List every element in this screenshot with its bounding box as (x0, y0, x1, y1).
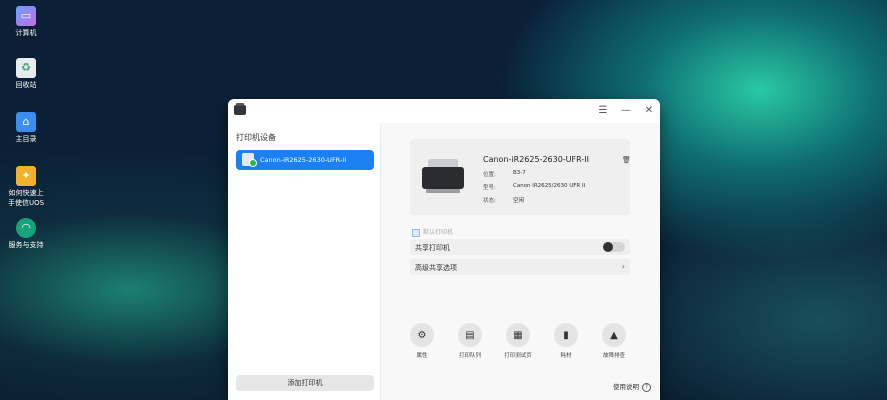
print-queue-button[interactable]: ▤ 打印队列 (450, 323, 490, 359)
desktop-icon-label: 服务与支持 (8, 241, 44, 249)
desktop-icon-label: 回收站 (15, 81, 37, 89)
desktop-icon-label: 主目录 (15, 135, 37, 143)
status-value: 空闲 (513, 198, 525, 204)
action-label: 属性 (416, 353, 428, 359)
desktop-icon-support[interactable]: ◠ 服务与支持 (6, 218, 46, 250)
action-label: 故障排查 (602, 353, 625, 359)
delete-printer-icon[interactable]: 🗑 (622, 156, 631, 164)
printer-icon (242, 153, 257, 167)
share-printer-row: 共享打印机 (410, 239, 630, 255)
add-printer-button[interactable]: 添加打印机 (236, 375, 374, 391)
status-label: 状态: (483, 198, 496, 204)
home-folder-icon: ⌂ (16, 112, 36, 132)
model-label: 型号: (483, 185, 496, 191)
properties-button[interactable]: ⚙ 属性 (402, 323, 442, 359)
support-icon: ◠ (16, 218, 36, 238)
share-printer-toggle[interactable] (603, 242, 625, 252)
desktop-icon-trash[interactable]: ♻ 回收站 (6, 58, 46, 90)
default-printer-checkbox[interactable]: 默认打印机 (412, 227, 453, 237)
supplies-button[interactable]: ▮ 耗材 (546, 323, 586, 359)
default-printer-label: 默认打印机 (423, 229, 454, 236)
help-label: 使用说明 (613, 383, 639, 391)
chevron-right-icon: › (621, 262, 625, 271)
location-value: B3-7 (513, 170, 526, 176)
computer-icon: ▭ (16, 6, 36, 26)
printer-list-item[interactable]: Canon-iR2625-2630-UFR-II (236, 150, 374, 170)
question-icon: ? (642, 382, 651, 392)
minimize-button[interactable]: — (618, 103, 634, 119)
supplies-icon: ▮ (554, 323, 578, 347)
model-row: 型号: Canon iR2625/2630 UFR II (483, 183, 585, 191)
desktop-icon-computer[interactable]: ▭ 计算机 (6, 6, 46, 38)
queue-icon: ▤ (458, 323, 482, 347)
trash-icon: ♻ (16, 58, 36, 78)
action-label: 打印测试页 (504, 353, 532, 359)
printer-info-card: Canon-iR2625-2630-UFR-II 位置: B3-7 型号: Ca… (410, 139, 631, 215)
titlebar[interactable]: ☰ — ✕ (228, 99, 660, 123)
print-test-page-button[interactable]: ▦ 打印测试页 (498, 323, 538, 359)
model-value: Canon iR2625/2630 UFR II (513, 183, 586, 189)
printer-list-item-label: Canon-iR2625-2630-UFR-II (260, 156, 347, 164)
gear-icon: ⚙ (410, 323, 434, 347)
action-label: 打印队列 (458, 353, 481, 359)
printer-app-icon (234, 103, 246, 115)
share-printer-label: 共享打印机 (415, 244, 450, 252)
advanced-share-row[interactable]: 高级共享选项 › (410, 259, 630, 275)
printer-manager-window: ☰ — ✕ 打印机设备 Canon-iR2625-2630-UFR-II 添加打… (228, 99, 660, 400)
printer-name: Canon-iR2625-2630-UFR-II (483, 155, 589, 164)
help-link[interactable]: 使用说明? (613, 381, 651, 392)
desktop-icon-home[interactable]: ⌂ 主目录 (6, 112, 46, 144)
printer-list-pane: 打印机设备 Canon-iR2625-2630-UFR-II 添加打印机 (228, 123, 381, 400)
lightbulb-icon: ✦ (16, 166, 36, 186)
status-row: 状态: 空闲 (483, 196, 524, 204)
desktop-icon-guide[interactable]: ✦ 如何快速上 手使信UOS (6, 166, 46, 208)
warning-icon: ▲ (602, 323, 626, 347)
printer-actions: ⚙ 属性 ▤ 打印队列 ▦ 打印测试页 ▮ 耗材 ▲ 故障排查 (410, 323, 630, 363)
checkbox-icon (412, 228, 420, 237)
toggle-knob (603, 242, 613, 252)
desktop-icon-label: 如何快速上 (8, 189, 44, 197)
desktop-icon-label: 计算机 (15, 29, 37, 37)
advanced-share-label: 高级共享选项 (415, 264, 457, 272)
menu-button[interactable]: ☰ (595, 103, 611, 119)
desktop-icon-label: 手使信UOS (7, 199, 45, 207)
action-label: 耗材 (560, 353, 572, 359)
location-row: 位置: B3-7 (483, 170, 526, 178)
location-label: 位置: (483, 172, 496, 178)
troubleshoot-button[interactable]: ▲ 故障排查 (594, 323, 634, 359)
printer-list-title: 打印机设备 (236, 133, 276, 142)
close-button[interactable]: ✕ (641, 103, 657, 119)
test-page-icon: ▦ (506, 323, 530, 347)
printer-details-pane: Canon-iR2625-2630-UFR-II 位置: B3-7 型号: Ca… (381, 123, 660, 400)
printer-image-icon (420, 153, 466, 199)
